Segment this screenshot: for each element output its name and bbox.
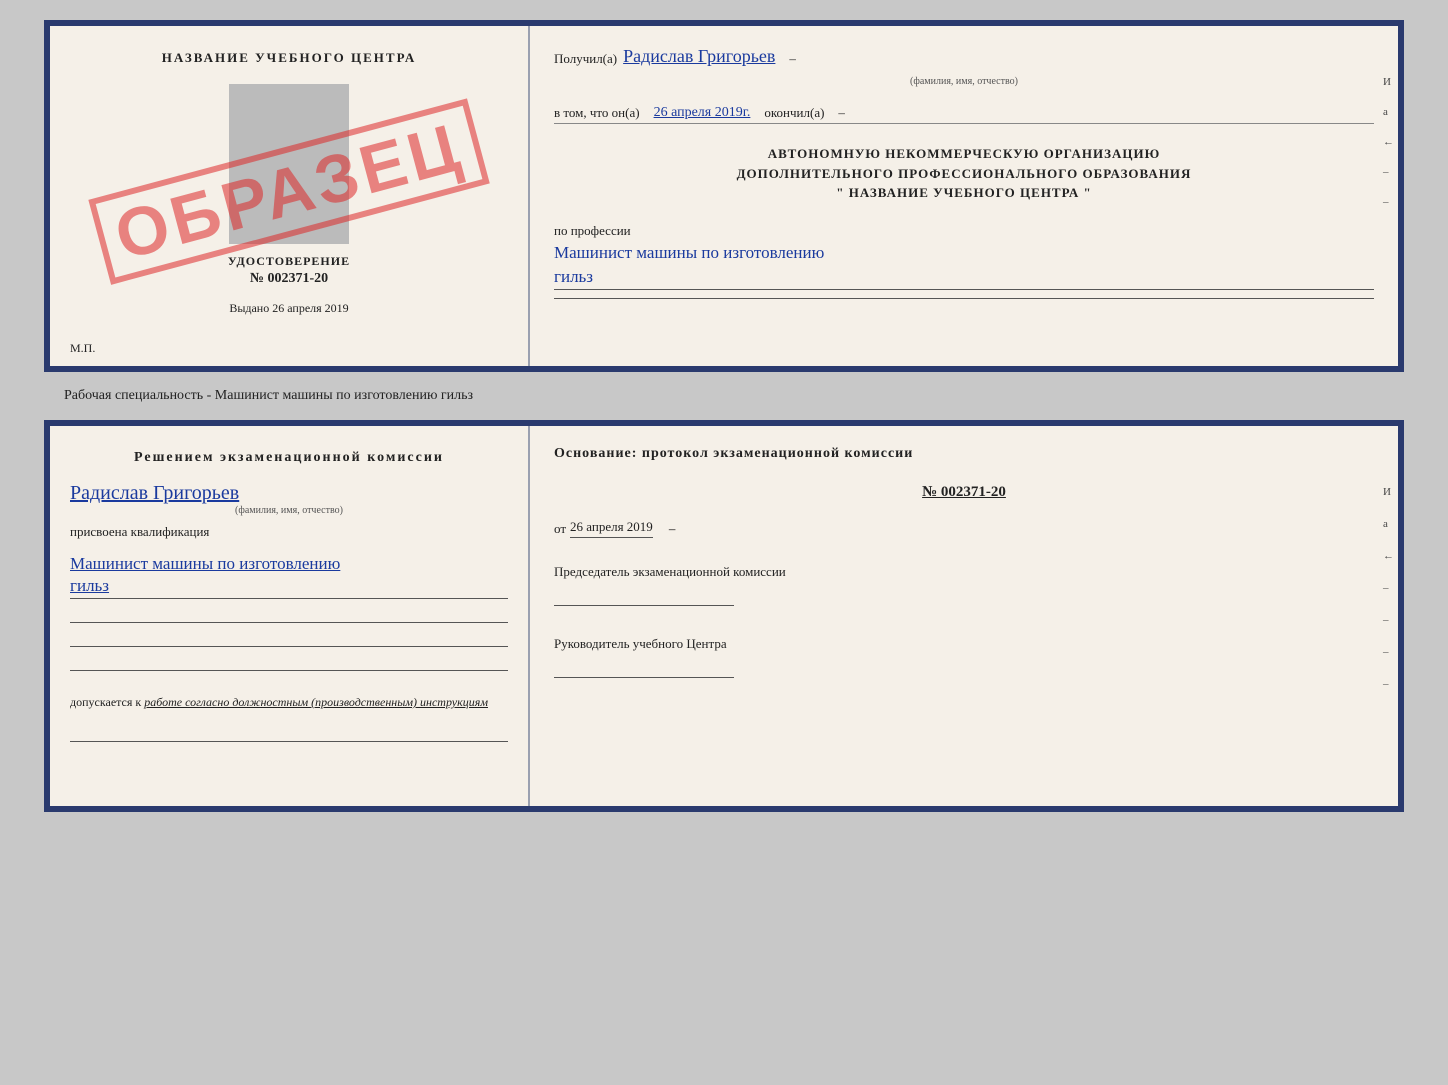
person-name-bottom: Радислав Григорьев (70, 482, 508, 505)
received-label: Получил(а) (554, 51, 617, 67)
allowed-label: допускается к (70, 695, 141, 709)
between-label: Рабочая специальность - Машинист машины … (64, 388, 473, 404)
person-sublabel-bottom: (фамилия, имя, отчество) (70, 505, 508, 516)
photo-area (229, 84, 349, 244)
bottom-right-side-marks: И а ← – – – – (1383, 486, 1394, 690)
cert-number: № 002371-20 (250, 271, 328, 287)
top-right-side-marks: И а ← – – (1383, 76, 1394, 208)
bottom-right-panel: Основание: протокол экзаменационной коми… (530, 426, 1398, 806)
underline-allowed (70, 722, 508, 742)
profession-label: по профессии (554, 223, 1374, 239)
name-sublabel-top: (фамилия, имя, отчество) (910, 76, 1018, 87)
commission-chair-label: Председатель экзаменационной комиссии (554, 564, 1374, 580)
commission-title: Решением экзаменационной комиссии (70, 450, 508, 466)
cert-issued: Выдано 26 апреля 2019 (229, 301, 348, 316)
protocol-date: 26 апреля 2019 (570, 519, 653, 538)
finished-label: окончил(а) (764, 105, 824, 121)
date-prefix: от (554, 521, 566, 537)
qualification-block: Машинист машины по изготовлению гильз (70, 552, 508, 671)
commission-chair-section: Председатель экзаменационной комиссии (554, 564, 1374, 606)
dash-date: – (669, 521, 676, 537)
center-head-section: Руководитель учебного Центра (554, 636, 1374, 678)
org-line1: АВТОНОМНУЮ НЕКОММЕРЧЕСКУЮ ОРГАНИЗАЦИЮ (554, 144, 1374, 164)
basis-label: Основание: протокол экзаменационной коми… (554, 446, 1374, 462)
underline-qual-3 (70, 651, 508, 671)
protocol-number: № 002371-20 (554, 484, 1374, 501)
protocol-number-block: № 002371-20 (554, 484, 1374, 501)
bottom-left-panel: Решением экзаменационной комиссии Радисл… (50, 426, 530, 806)
in-that-label: в том, что он(а) (554, 105, 640, 121)
center-head-label: Руководитель учебного Центра (554, 636, 1374, 652)
top-right-panel: Получил(а) Радислав Григорьев – (фамилия… (530, 26, 1398, 366)
dash1: – (789, 51, 796, 67)
top-document: НАЗВАНИЕ УЧЕБНОГО ЦЕНТРА УДОСТОВЕРЕНИЕ №… (44, 20, 1404, 372)
center-head-sigline (554, 658, 734, 678)
date-row: в том, что он(а) 26 апреля 2019г. окончи… (554, 105, 1374, 124)
received-row: Получил(а) Радислав Григорьев – (554, 46, 1374, 69)
allowed-block: допускается к работе согласно должностны… (70, 695, 508, 710)
org-line2: ДОПОЛНИТЕЛЬНОГО ПРОФЕССИОНАЛЬНОГО ОБРАЗО… (554, 164, 1374, 184)
person-name-top: Радислав Григорьев (623, 46, 775, 67)
assigned-label: присвоена квалификация (70, 524, 508, 540)
org-name: " НАЗВАНИЕ УЧЕБНОГО ЦЕНТРА " (554, 183, 1374, 203)
cert-label: УДОСТОВЕРЕНИЕ (228, 254, 350, 269)
mp-label: М.П. (70, 341, 95, 356)
qual-line2: гильз (70, 576, 508, 599)
profession-line2: гильз (554, 267, 1374, 290)
top-left-panel: НАЗВАНИЕ УЧЕБНОГО ЦЕНТРА УДОСТОВЕРЕНИЕ №… (50, 26, 530, 366)
protocol-date-row: от 26 апреля 2019 – (554, 519, 1374, 538)
profession-line1: Машинист машины по изготовлению (554, 243, 1374, 263)
allowed-text: работе согласно должностным (производств… (144, 695, 488, 709)
org-block: АВТОНОМНУЮ НЕКОММЕРЧЕСКУЮ ОРГАНИЗАЦИЮ ДО… (554, 144, 1374, 203)
underline-qual-1 (70, 603, 508, 623)
underline1 (554, 298, 1374, 299)
person-name-bottom-block: Радислав Григорьев (фамилия, имя, отчест… (70, 482, 508, 516)
profession-block: по профессии Машинист машины по изготовл… (554, 223, 1374, 299)
completion-date: 26 апреля 2019г. (654, 105, 751, 121)
commission-chair-sigline (554, 586, 734, 606)
dash2: – (838, 105, 845, 121)
underline-qual-2 (70, 627, 508, 647)
issued-date: 26 апреля 2019 (272, 301, 348, 315)
bottom-document: Решением экзаменационной комиссии Радисл… (44, 420, 1404, 812)
issued-label: Выдано (229, 301, 269, 315)
school-name-top: НАЗВАНИЕ УЧЕБНОГО ЦЕНТРА (162, 50, 417, 66)
qual-line1: Машинист машины по изготовлению (70, 554, 508, 574)
